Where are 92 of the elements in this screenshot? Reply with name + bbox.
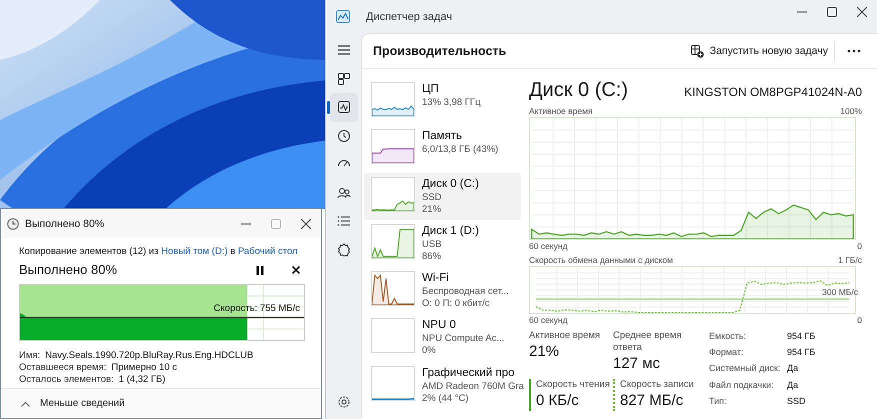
stat-label: Активное время [529, 330, 602, 342]
resource-info: О: 0 П: 0 кбит/с [422, 298, 490, 310]
stat-label: Скорость записи [620, 379, 695, 391]
resource-item[interactable]: Wi-Fi Беспроводная сет... О: 0 П: 0 кбит/с [364, 267, 521, 314]
scale-label: 1 ГБ/с [838, 254, 862, 266]
pause-icon [256, 266, 264, 274]
resource-info: USB [422, 238, 443, 251]
resource-info: 0% [422, 345, 437, 358]
close-icon [857, 7, 867, 17]
property-value: Да [787, 362, 800, 376]
resource-info: 21% [422, 204, 442, 216]
fewer-details-button[interactable]: Меньше сведений [21, 398, 125, 409]
property-value: 954 ГБ [787, 346, 816, 360]
disk-model: KINGSTON OM8PGP41024N-A0 [684, 85, 862, 99]
resource-name: Wi-Fi [422, 271, 450, 286]
property-value: SSD [787, 394, 807, 408]
resource-graph [371, 366, 415, 401]
caret-icon [21, 400, 30, 406]
resource-graph [371, 318, 415, 354]
resource-info: 6,0/13,8 ГБ (43%) [422, 144, 498, 156]
resource-item[interactable]: Диск 1 (D:) USB 86% [364, 220, 521, 268]
close-icon [292, 266, 300, 274]
reference-label: 300 МБ/с [822, 287, 858, 297]
property-value: Да [787, 378, 800, 392]
resource-name: Диск 0 (C:) [422, 176, 479, 192]
speed-label: Скорость: 755 МБ/с [214, 303, 300, 314]
property-label: Емкость: [709, 330, 748, 343]
close-icon [301, 218, 311, 228]
resource-item[interactable]: ЦП 13% 3,98 ГГц [364, 78, 521, 126]
detail-value: 1 (4,32 ГБ) [118, 374, 166, 386]
resource-info: 2% (44 °C) [422, 392, 470, 405]
folder-link[interactable]: Новый том (D:) [161, 246, 228, 257]
detail-label: Оставшееся время: [19, 362, 106, 374]
resource-name: NPU 0 [422, 318, 457, 334]
resource-graph [371, 82, 415, 117]
resource-name: Графический про [422, 366, 516, 381]
property-label: Файл подкачки: [709, 378, 775, 392]
detail-value: Примерно 10 с [111, 362, 178, 374]
resource-graph [371, 224, 415, 259]
window-title: Диспетчер задач [366, 10, 452, 22]
page-title: Производительность [373, 44, 506, 58]
graph-title: Активное время [529, 105, 593, 117]
property-value: 954 ГБ [787, 330, 816, 343]
property-label: Формат: [709, 346, 744, 360]
stat-value: 127 мс [613, 354, 662, 374]
resource-info: SSD [422, 192, 443, 204]
resource-info: 13% 3,98 ГГц [422, 97, 481, 109]
folder-link[interactable]: Рабочий стол [238, 246, 298, 257]
new-task-icon [690, 44, 704, 58]
resource-item[interactable]: Диск 0 (C:) SSD 21% [364, 172, 521, 220]
resource-info: 86% [422, 250, 442, 263]
resource-info: Беспроводная сет... [422, 286, 509, 298]
pulse-icon[interactable] [330, 93, 358, 122]
property-label: Системный диск: [709, 362, 782, 376]
resource-graph [371, 176, 415, 212]
progress-status: Выполнено 80% [19, 261, 118, 279]
detail-label: Осталось элементов: [19, 374, 114, 386]
scale-label: 100% [840, 105, 862, 117]
resource-info: AMD Radeon 760M Gra [422, 380, 524, 393]
graph-title: Скорость обмена данными с диском [529, 254, 673, 266]
stat-label: Скорость чтения [536, 379, 611, 391]
resource-item[interactable]: Память 6,0/13,8 ГБ (43%) [364, 125, 521, 173]
resource-item[interactable]: NPU 0 NPU Compute Ac... 0% [364, 314, 521, 362]
window-title: Выполнено 80% [25, 218, 104, 230]
stat-value: 827 МБ/с [620, 391, 684, 411]
axis-label: 60 секунд [529, 314, 568, 326]
app-icon [336, 10, 350, 23]
clock-icon [7, 218, 19, 230]
stat-label: Среднее время ответа [613, 330, 683, 354]
minimize-icon [241, 222, 251, 224]
axis-label: 60 секунд [529, 240, 568, 252]
more-icon [847, 49, 861, 53]
axis-label: 0 [857, 314, 862, 326]
stat-value: 0 КБ/с [536, 391, 580, 411]
minimize-icon [797, 11, 807, 13]
cancel-button[interactable] [289, 263, 303, 277]
copy-description: Копирование элементов (12) из Новый том (D:) в Рабочий стол [19, 245, 299, 259]
resource-graph [371, 129, 415, 164]
axis-label: 0 [857, 240, 862, 252]
resource-name: Диск 1 (D:) [422, 224, 479, 239]
maximize-icon [271, 218, 281, 228]
resource-info: NPU Compute Ac... [422, 333, 504, 346]
resource-name: ЦП [422, 82, 440, 97]
property-label: Тип: [709, 394, 728, 408]
detail-value: Navy.Seals.1990.720p.BluRay.Rus.Eng.HDCLUB [45, 350, 254, 362]
stat-value: 21% [529, 342, 560, 362]
disk-title: Диск 0 (C:) [529, 78, 628, 103]
run-task-button[interactable]: Запустить новую задачу [684, 40, 835, 62]
resource-name: Память [422, 129, 464, 144]
maximize-icon [827, 7, 837, 17]
detail-label: Имя: [19, 350, 40, 362]
resource-graph [371, 271, 415, 306]
